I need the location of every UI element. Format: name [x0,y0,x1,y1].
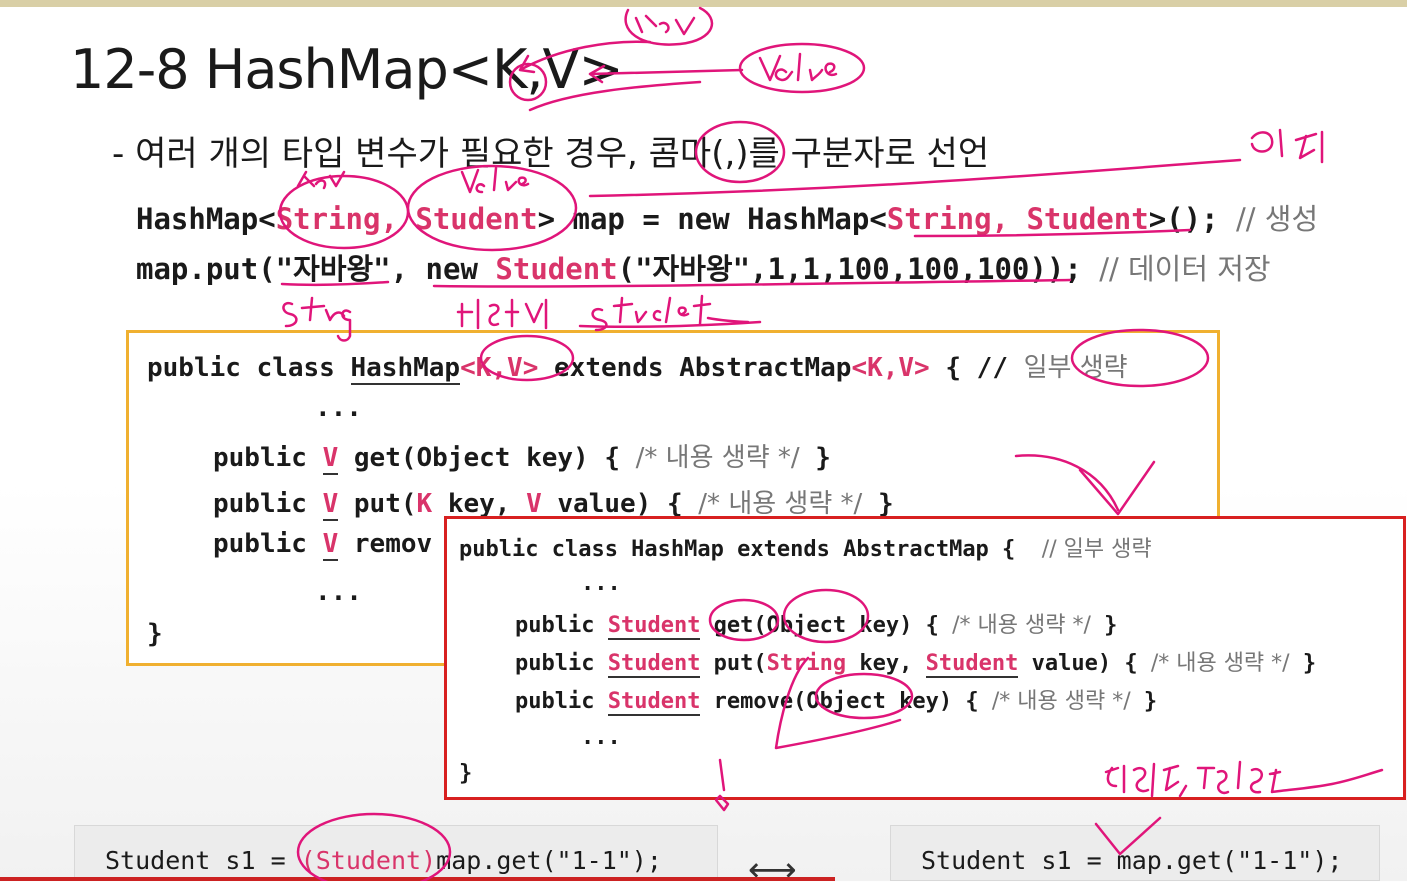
type-var-scribble [456,298,548,330]
object-circle [814,672,914,720]
handwriting-annotations [278,6,1384,881]
match-scribble [1250,128,1324,164]
cast-circle [296,812,452,881]
arrow-line [528,80,702,112]
match-swoosh [588,158,1242,198]
string-scribble [282,296,352,342]
underline [280,280,390,287]
check-mark [1094,816,1162,856]
value-scribble [460,166,530,194]
pen-mark [718,758,726,792]
value-circle [738,42,866,94]
string-circle [278,174,410,250]
value-scribble [758,52,838,82]
kv-circle [508,62,548,102]
object-circle [782,588,870,644]
no-cast-scribble [1196,760,1384,795]
student-circle [406,164,578,252]
key-scribble [296,170,346,190]
omit-circle [1070,328,1210,388]
no-cast-scribble [1104,762,1188,798]
comma-circle [694,120,786,184]
string-arrow [774,656,902,750]
arrow-line [588,64,744,84]
key-scribble [634,14,696,36]
kv-circle [479,334,575,382]
pen-cursor-icon [714,794,730,812]
get-circle [708,598,780,642]
underline [913,228,1192,238]
underline [432,278,1072,288]
arrow-line [1014,454,1120,512]
